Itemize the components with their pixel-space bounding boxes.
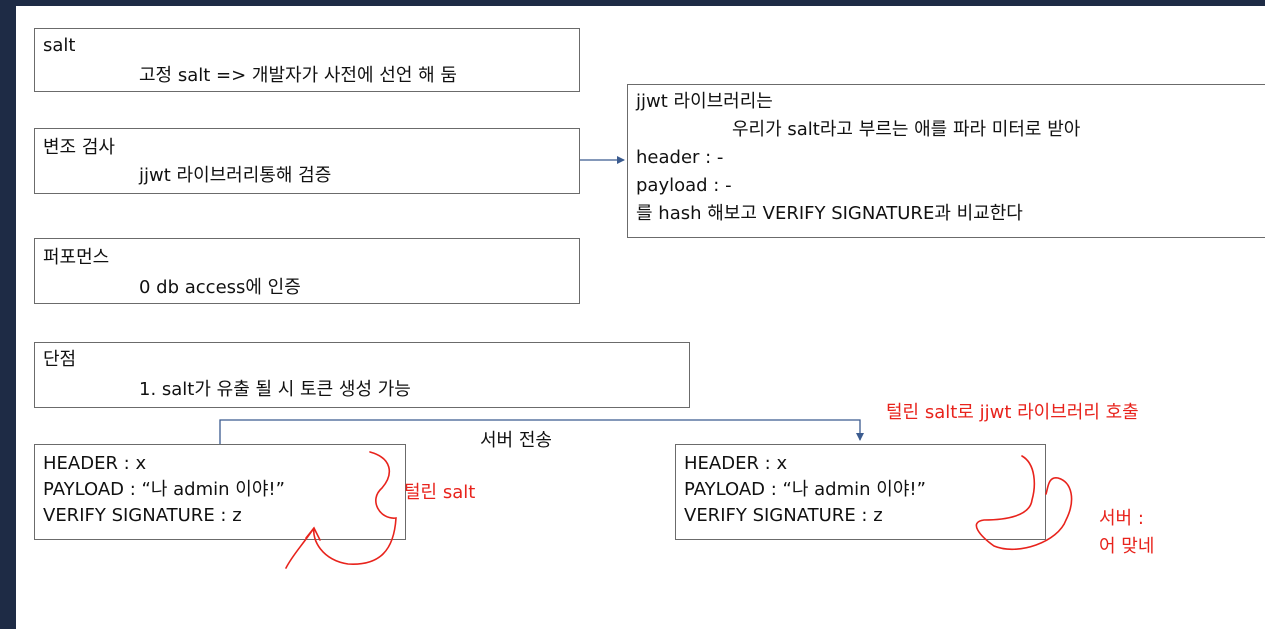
leaked-salt-label: 털린 salt xyxy=(404,482,476,503)
weakness-title: 단점 xyxy=(43,349,77,370)
jjwt-line-2: 우리가 salt라고 부르는 애를 파라 미터로 받아 xyxy=(732,119,1081,140)
salt-box: salt 고정 salt => 개발자가 사전에 선언 해 둠 xyxy=(34,28,580,92)
token-box-left: HEADER : x PAYLOAD : “나 admin 이야!” VERIF… xyxy=(34,444,406,540)
weakness-detail: 1. salt가 유출 될 시 토큰 생성 가능 xyxy=(139,379,411,400)
left-accent-bar xyxy=(0,0,16,629)
tamper-check-detail: jjwt 라이브러리통해 검증 xyxy=(139,165,332,186)
token-left-header: HEADER : x xyxy=(43,453,147,474)
tamper-check-box: 변조 검사 jjwt 라이브러리통해 검증 xyxy=(34,128,580,194)
salt-box-title: salt xyxy=(43,35,76,56)
performance-title: 퍼포먼스 xyxy=(43,247,110,268)
call-library-label: 털린 salt로 jjwt 라이브러리 호출 xyxy=(886,402,1139,423)
server-reply-line-1: 서버 : xyxy=(1099,508,1144,529)
top-rule xyxy=(16,0,1265,6)
tamper-check-title: 변조 검사 xyxy=(43,137,115,158)
jjwt-line-3: header : - xyxy=(636,147,724,168)
jjwt-line-1: jjwt 라이브러리는 xyxy=(636,91,773,112)
jjwt-explanation-box: jjwt 라이브러리는 우리가 salt라고 부르는 애를 파라 미터로 받아 … xyxy=(627,84,1265,238)
token-right-header: HEADER : x xyxy=(684,453,788,474)
token-right-payload: PAYLOAD : “나 admin 이야!” xyxy=(684,479,926,500)
server-reply-line-2: 어 맞네 xyxy=(1099,536,1155,557)
performance-detail: 0 db access에 인증 xyxy=(139,277,301,298)
jjwt-line-5: 를 hash 해보고 VERIFY SIGNATURE과 비교한다 xyxy=(636,203,1023,224)
token-right-signature: VERIFY SIGNATURE : z xyxy=(684,505,883,526)
server-send-label: 서버 전송 xyxy=(480,430,552,451)
weakness-box: 단점 1. salt가 유출 될 시 토큰 생성 가능 xyxy=(34,342,690,408)
token-left-payload: PAYLOAD : “나 admin 이야!” xyxy=(43,479,285,500)
performance-box: 퍼포먼스 0 db access에 인증 xyxy=(34,238,580,304)
jjwt-line-4: payload : - xyxy=(636,175,732,196)
token-box-right: HEADER : x PAYLOAD : “나 admin 이야!” VERIF… xyxy=(675,444,1046,540)
token-left-signature: VERIFY SIGNATURE : z xyxy=(43,505,242,526)
salt-box-detail: 고정 salt => 개발자가 사전에 선언 해 둠 xyxy=(139,65,457,86)
